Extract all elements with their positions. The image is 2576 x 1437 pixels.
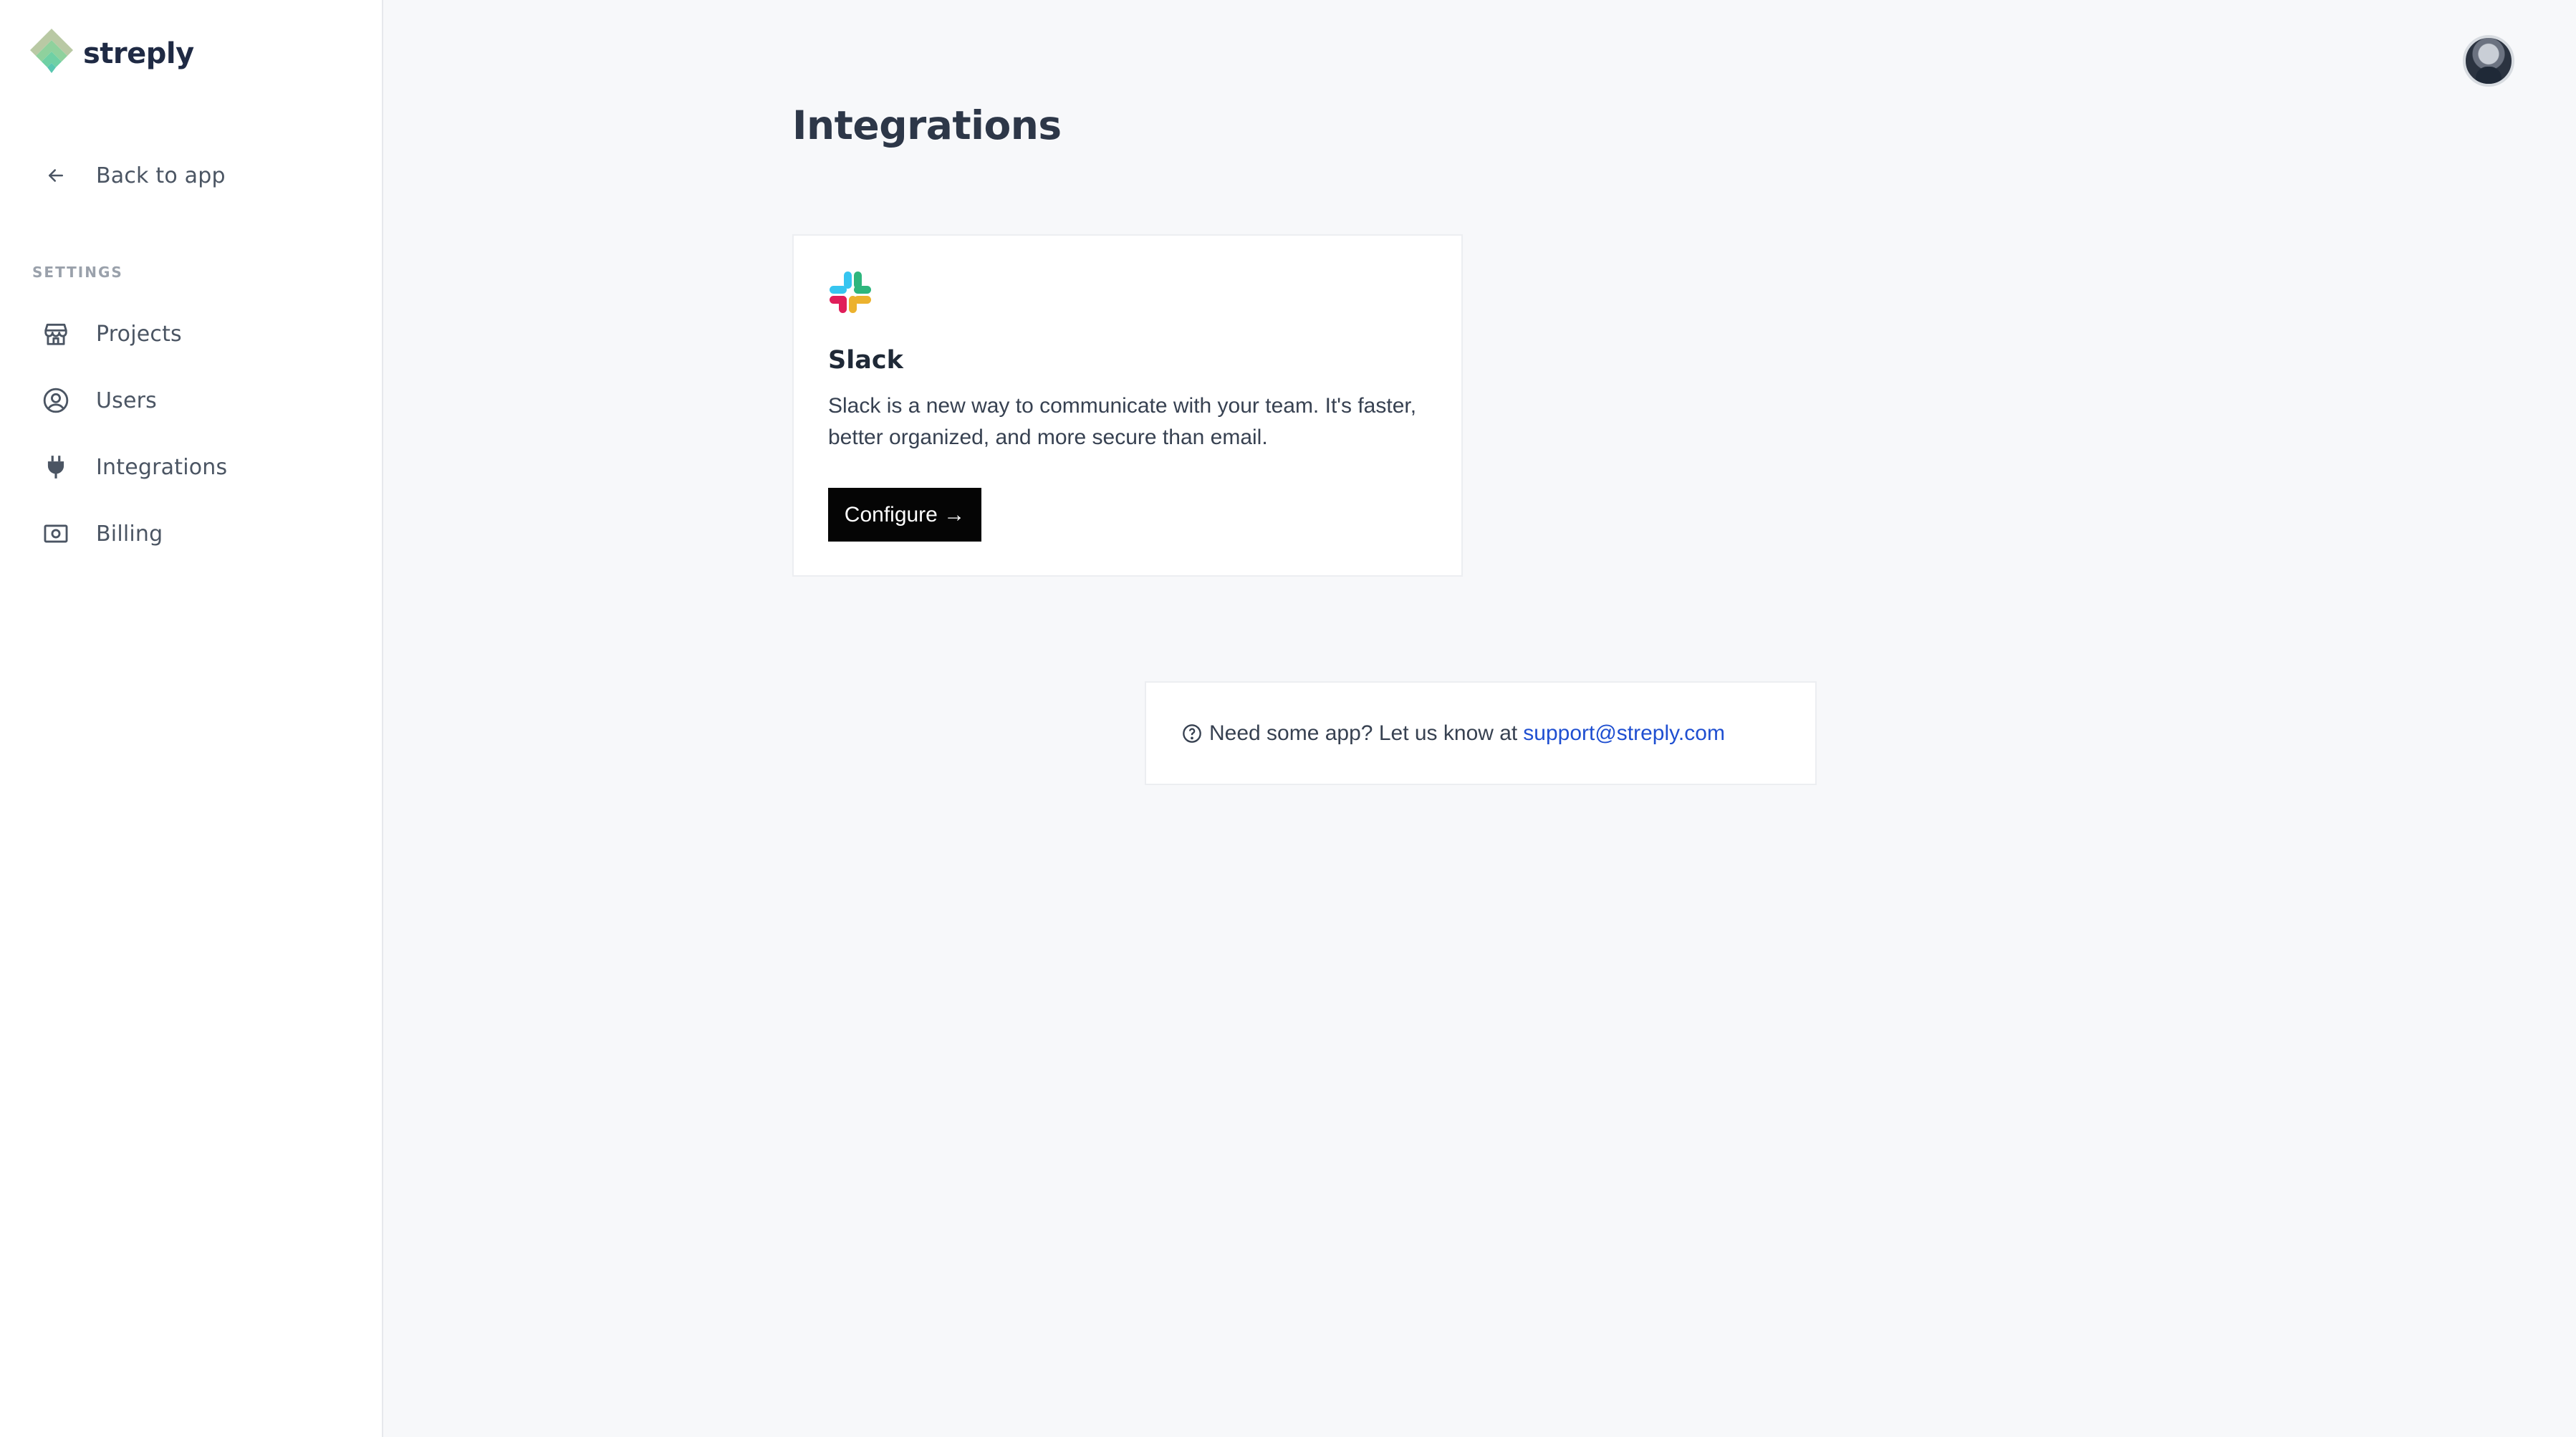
back-to-app-label: Back to app (96, 163, 226, 188)
sidebar-item-label: Billing (96, 521, 163, 547)
sidebar-item-label: Projects (96, 321, 182, 347)
banknote-icon (40, 518, 72, 549)
sidebar-item-integrations[interactable]: Integrations (40, 446, 227, 489)
integration-card-slack: Slack Slack is a new way to communicate … (792, 234, 1463, 577)
settings-section-title: SETTINGS (32, 264, 123, 281)
store-icon (40, 318, 72, 350)
integration-name: Slack (828, 346, 903, 375)
sidebar-item-billing[interactable]: Billing (40, 512, 163, 555)
user-avatar[interactable] (2463, 35, 2514, 87)
user-circle-icon (40, 385, 72, 416)
sidebar-item-projects[interactable]: Projects (40, 312, 182, 355)
help-text: Need some app? Let us know at (1209, 721, 1518, 745)
sidebar: streply Back to app SETTINGS Projects Us… (0, 0, 383, 1437)
sidebar-item-label: Users (96, 388, 158, 413)
question-circle-icon (1183, 724, 1201, 743)
arrow-left-icon (40, 160, 72, 191)
help-box: Need some app? Let us know at support@st… (1145, 681, 1817, 785)
plug-icon (40, 451, 72, 483)
app-name: streply (83, 37, 194, 70)
page-title: Integrations (792, 102, 1062, 148)
back-to-app-link[interactable]: Back to app (40, 154, 226, 197)
sidebar-item-users[interactable]: Users (40, 379, 157, 422)
support-email-link[interactable]: support@streply.com (1523, 721, 1725, 746)
app-logo[interactable]: streply (30, 29, 194, 79)
slack-icon (830, 271, 871, 313)
sidebar-item-label: Integrations (96, 454, 228, 480)
streply-logo-icon (30, 29, 73, 73)
configure-button[interactable]: Configure → (828, 488, 981, 542)
integration-description: Slack is a new way to communicate with y… (828, 394, 1417, 449)
